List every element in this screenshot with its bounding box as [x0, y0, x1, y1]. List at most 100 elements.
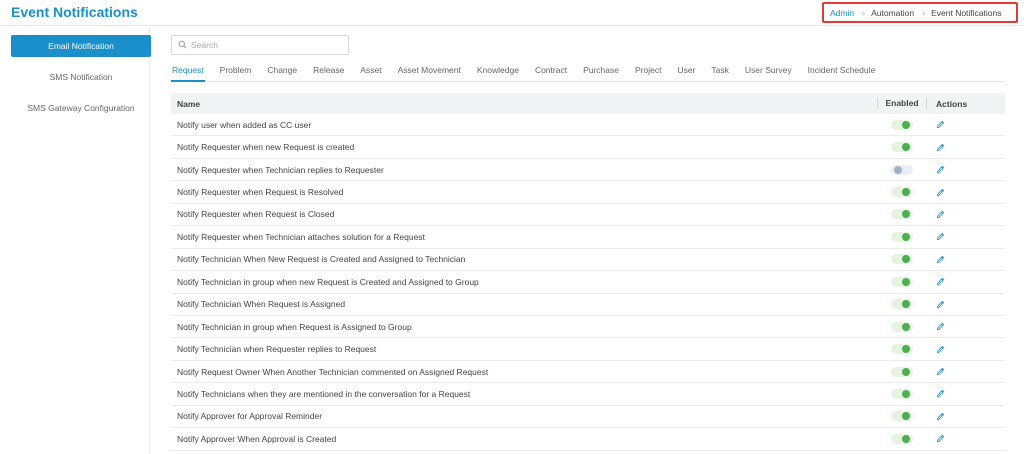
sidebar-item-email-notification[interactable]: Email Notification [11, 35, 151, 57]
notification-name: Notify user when added as CC user [177, 119, 312, 130]
toggle-knob [902, 188, 910, 197]
notification-name: Notify Request Owner When Another Techni… [177, 366, 489, 377]
actions-cell [927, 389, 1005, 398]
sidebar-item-sms-gateway-configuration[interactable]: SMS Gateway Configuration [11, 97, 151, 119]
pencil-icon[interactable] [936, 412, 945, 421]
notification-name: Notify Requester when Technician attache… [177, 231, 425, 242]
enabled-toggle[interactable] [891, 344, 913, 355]
tab-user[interactable]: User [676, 62, 696, 82]
notification-name: Notify Requester when Technician replies… [177, 164, 384, 175]
pencil-icon[interactable] [936, 300, 945, 309]
enabled-toggle[interactable] [891, 164, 913, 175]
pencil-icon[interactable] [936, 255, 945, 264]
pencil-icon[interactable] [936, 210, 945, 219]
actions-cell [927, 412, 1005, 421]
enabled-toggle[interactable] [891, 276, 913, 287]
table-row: Notify Technicians when they are mention… [171, 383, 1005, 406]
enabled-cell [877, 276, 927, 287]
chevron-right-icon: › [922, 7, 926, 18]
notification-name: Notify Approver When Approval is Created [177, 433, 337, 444]
enabled-cell [877, 119, 927, 130]
actions-cell [927, 210, 1005, 219]
pencil-icon[interactable] [936, 434, 945, 443]
breadcrumb-admin-link[interactable]: Admin [830, 8, 854, 18]
pencil-icon[interactable] [936, 165, 945, 174]
table-row: Notify Requester when Technician attache… [171, 226, 1005, 249]
pencil-icon[interactable] [936, 120, 945, 129]
actions-cell [927, 188, 1005, 197]
enabled-toggle[interactable] [891, 299, 913, 310]
tab-asset-movement[interactable]: Asset Movement [397, 62, 462, 82]
tab-purchase[interactable]: Purchase [582, 62, 620, 82]
table-row: Notify Technician in group when new Requ… [171, 271, 1005, 294]
enabled-toggle[interactable] [891, 254, 913, 265]
enabled-toggle[interactable] [891, 433, 913, 444]
sidebar-item-sms-notification[interactable]: SMS Notification [11, 66, 151, 88]
tab-request[interactable]: Request [171, 62, 205, 82]
actions-cell [927, 367, 1005, 376]
pencil-icon[interactable] [936, 322, 945, 331]
enabled-toggle[interactable] [891, 321, 913, 332]
table-row: Notify Technician When Request is Assign… [171, 294, 1005, 316]
enabled-toggle[interactable] [891, 119, 913, 130]
pencil-icon[interactable] [936, 188, 945, 197]
tab-user-survey[interactable]: User Survey [744, 62, 793, 82]
top-bar: Event Notifications Admin › Automation ›… [0, 0, 1024, 26]
tab-task[interactable]: Task [710, 62, 729, 82]
module-tabs: Request Problem Change Release Asset Asset Mo… [171, 62, 1005, 82]
notification-name: Notify Technician When Request is Assign… [177, 299, 346, 310]
search-icon [178, 40, 187, 51]
pencil-icon[interactable] [936, 143, 945, 152]
enabled-cell [877, 164, 927, 175]
actions-cell [927, 322, 1005, 331]
tab-problem[interactable]: Problem [219, 62, 253, 82]
table-row: Notify Requester when Request is Resolve… [171, 181, 1005, 204]
enabled-cell [877, 142, 927, 153]
table-row: Notify Requester when Request is Closed [171, 204, 1005, 227]
enabled-cell [877, 321, 927, 332]
tab-release[interactable]: Release [312, 62, 345, 82]
pencil-icon[interactable] [936, 277, 945, 286]
tab-project[interactable]: Project [634, 62, 662, 82]
enabled-toggle[interactable] [891, 411, 913, 422]
notification-name: Notify Requester when Request is Closed [177, 209, 335, 220]
pencil-icon[interactable] [936, 367, 945, 376]
tab-change[interactable]: Change [266, 62, 298, 82]
pencil-icon[interactable] [936, 389, 945, 398]
table-row: Notify Requester when Technician replies… [171, 159, 1005, 182]
tab-asset[interactable]: Asset [359, 62, 382, 82]
enabled-cell [877, 344, 927, 355]
enabled-cell [877, 209, 927, 220]
actions-cell [927, 255, 1005, 264]
tab-incident-schedule[interactable]: Incident Schedule [807, 62, 877, 82]
enabled-toggle[interactable] [891, 231, 913, 242]
breadcrumb-automation[interactable]: Automation [871, 8, 914, 18]
enabled-cell [877, 254, 927, 265]
page-title: Event Notifications [11, 4, 138, 20]
enabled-cell [877, 366, 927, 377]
pencil-icon[interactable] [936, 232, 945, 241]
tab-knowledge[interactable]: Knowledge [476, 62, 520, 82]
table-row: Notify Requester when new Request is cre… [171, 136, 1005, 159]
enabled-toggle[interactable] [891, 209, 913, 220]
toggle-knob [902, 210, 910, 219]
tab-contract[interactable]: Contract [534, 62, 568, 82]
actions-cell [927, 434, 1005, 443]
notification-name: Notify Approver for Approval Reminder [177, 411, 323, 422]
chevron-right-icon: › [862, 7, 866, 18]
toggle-knob [894, 165, 902, 174]
table-header: Name Enabled Actions [171, 93, 1005, 114]
enabled-cell [877, 187, 927, 198]
pencil-icon[interactable] [936, 345, 945, 354]
enabled-toggle[interactable] [891, 142, 913, 153]
notification-name: Notify Technician when Requester replies… [177, 344, 377, 355]
enabled-toggle[interactable] [891, 187, 913, 198]
enabled-cell [877, 388, 927, 399]
enabled-toggle[interactable] [891, 388, 913, 399]
toggle-knob [902, 300, 910, 309]
search-input[interactable] [191, 40, 341, 50]
actions-cell [927, 300, 1005, 309]
actions-cell [927, 277, 1005, 286]
enabled-toggle[interactable] [891, 366, 913, 377]
notifications-table: Name Enabled Actions Notify user when ad… [171, 93, 1005, 451]
